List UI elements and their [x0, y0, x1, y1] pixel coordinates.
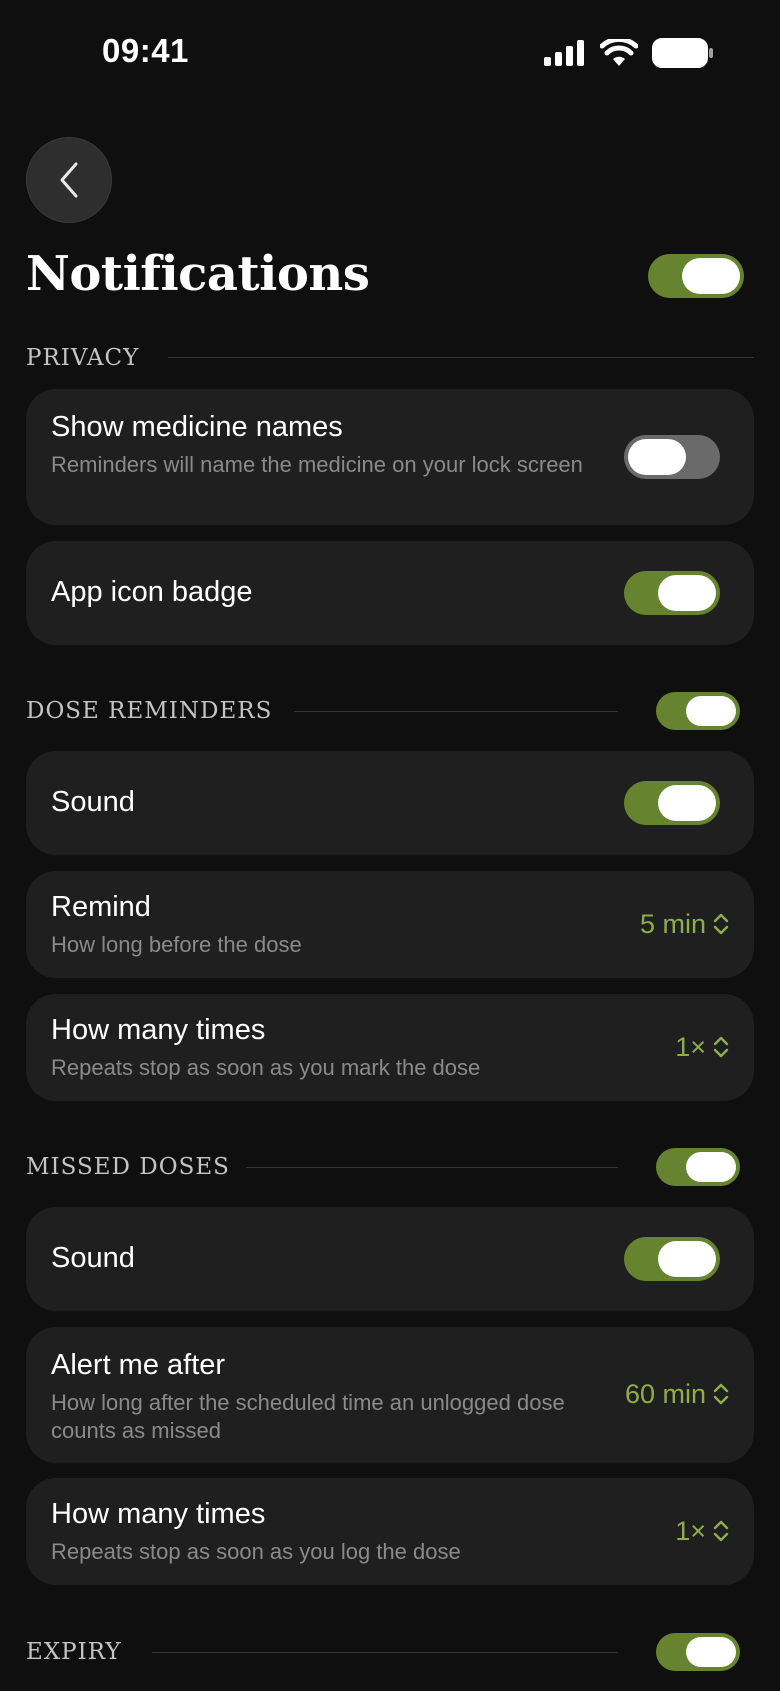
row-title: How many times [51, 1498, 266, 1530]
expiry-toggle[interactable] [656, 1633, 740, 1671]
row-title: Remind [51, 891, 151, 923]
remind-value: 5 min [639, 909, 706, 939]
missed-repeat-value: 1× [675, 1516, 706, 1546]
toggle-knob [628, 439, 686, 475]
row-title: Sound [51, 786, 135, 818]
section-divider [168, 357, 754, 358]
chevron-up-down-icon[interactable] [712, 1034, 730, 1060]
alert-after-row[interactable]: Alert me after How long after the schedu… [26, 1327, 754, 1463]
section-header-expiry: EXPIRY [26, 1632, 122, 1672]
dose-reminders-toggle[interactable] [656, 692, 740, 730]
toggle-knob [686, 1152, 736, 1182]
row-subtitle: How long after the scheduled time an unl… [51, 1390, 565, 1443]
row-subtitle: Reminders will name the medicine on your… [51, 452, 583, 477]
show-medicine-names-toggle[interactable] [624, 435, 720, 479]
section-divider [246, 1167, 618, 1168]
row-title: How many times [51, 1014, 266, 1046]
section-label: DOSE REMINDERS [26, 698, 273, 724]
missed-doses-toggle[interactable] [656, 1148, 740, 1186]
status-icons [544, 38, 714, 68]
toggle-knob [658, 1241, 716, 1277]
toggle-knob [686, 1637, 736, 1667]
back-button[interactable] [26, 137, 112, 223]
section-header-dose-reminders: DOSE REMINDERS [26, 691, 272, 731]
battery-icon [652, 38, 713, 68]
app-icon-badge-toggle[interactable] [624, 571, 720, 615]
row-title: Alert me after [51, 1349, 226, 1381]
signal-icon [544, 40, 584, 66]
row-subtitle: How long before the dose [51, 932, 302, 957]
app-icon-badge-row[interactable]: App icon badge [26, 541, 754, 645]
status-bar: 09:41 [0, 0, 780, 100]
toggle-knob [686, 696, 736, 726]
section-label: MISSED DOSES [26, 1154, 230, 1180]
toggle-knob [658, 575, 716, 611]
section-label: EXPIRY [26, 1639, 122, 1665]
dose-repeat-row[interactable]: How many times Repeats stop as soon as y… [26, 994, 754, 1101]
section-divider [294, 711, 618, 712]
chevron-up-down-icon[interactable] [712, 911, 730, 937]
row-subtitle: Repeats stop as soon as you log the dose [51, 1539, 461, 1564]
row-title: App icon badge [51, 576, 253, 608]
dose-sound-toggle[interactable] [624, 781, 720, 825]
dose-repeat-value: 1× [675, 1032, 706, 1062]
row-subtitle: Repeats stop as soon as you mark the dos… [51, 1055, 481, 1080]
show-medicine-names-row[interactable]: Show medicine names Reminders will name … [26, 389, 754, 525]
dose-sound-row[interactable]: Sound [26, 751, 754, 855]
chevron-left-icon [60, 162, 78, 198]
notifications-screen: 09:41 Notifications PRIVACY Show medicin… [0, 0, 780, 1691]
section-header-privacy: PRIVACY [26, 338, 139, 378]
alert-after-value: 60 min [624, 1379, 706, 1409]
section-divider [152, 1652, 618, 1653]
section-header-missed-doses: MISSED DOSES [26, 1147, 230, 1187]
row-title: Sound [51, 1242, 135, 1274]
row-title: Show medicine names [51, 411, 343, 443]
toggle-knob [658, 785, 716, 821]
wifi-icon [600, 39, 638, 66]
toggle-knob [682, 258, 740, 294]
status-time: 09:41 [102, 32, 189, 69]
remind-row[interactable]: Remind How long before the dose 5 min [26, 871, 754, 978]
missed-sound-row[interactable]: Sound [26, 1207, 754, 1311]
section-label: PRIVACY [26, 345, 140, 371]
notifications-master-toggle[interactable] [648, 254, 744, 298]
missed-repeat-row[interactable]: How many times Repeats stop as soon as y… [26, 1478, 754, 1585]
page-title: Notifications [26, 246, 370, 302]
chevron-up-down-icon[interactable] [712, 1381, 730, 1407]
missed-sound-toggle[interactable] [624, 1237, 720, 1281]
chevron-up-down-icon[interactable] [712, 1518, 730, 1544]
